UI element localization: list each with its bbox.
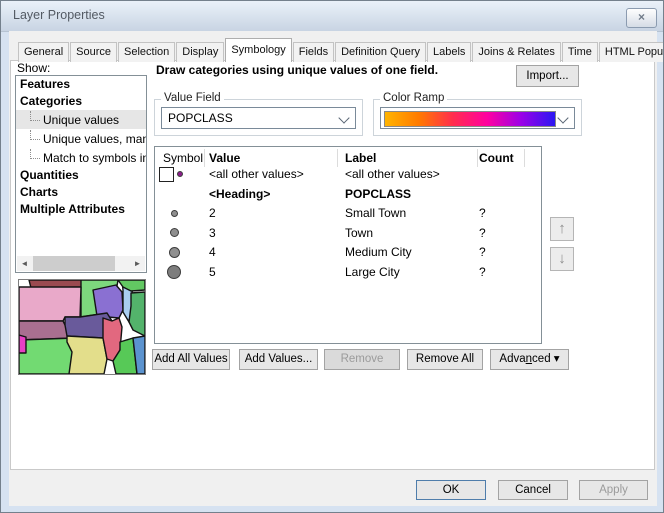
tree-item-quantities[interactable]: Quantities xyxy=(16,167,146,184)
col-count[interactable]: Count xyxy=(479,151,514,165)
tab-symbology[interactable]: Symbology xyxy=(225,38,291,62)
label-cell: Large City xyxy=(345,265,400,279)
tab-time[interactable]: Time xyxy=(562,42,598,62)
tab-selection[interactable]: Selection xyxy=(118,42,175,62)
table-row[interactable]: 2 Small Town? xyxy=(155,204,541,223)
map-region-upper-michigan xyxy=(118,280,145,291)
all-other-values-checkbox[interactable] xyxy=(159,167,174,182)
advanced-label-end: ced xyxy=(532,353,551,365)
ok-button[interactable]: OK xyxy=(416,480,486,500)
arrow-up-icon: ↑ xyxy=(558,220,566,237)
show-label: Show: xyxy=(17,61,50,75)
count-cell: ? xyxy=(479,265,486,279)
value-field-legend: Value Field xyxy=(161,92,224,104)
value-field-dropdown[interactable]: POPCLASS xyxy=(161,107,356,129)
tree-item-features[interactable]: Features xyxy=(16,76,146,93)
show-tree: FeaturesCategoriesUnique valuesUnique va… xyxy=(15,75,147,273)
label-cell: <all other values> xyxy=(345,167,440,181)
table-row[interactable]: 5 Large City? xyxy=(155,263,541,282)
tree-item-unique-values-many[interactable]: Unique values, many xyxy=(16,129,146,148)
map-region-michigan xyxy=(129,292,145,336)
symbol-dot-icon[interactable] xyxy=(169,247,180,258)
map-region-missouri xyxy=(67,336,107,374)
tab-joins-relates[interactable]: Joins & Relates xyxy=(472,42,560,62)
color-ramp-group: Color Ramp xyxy=(373,99,582,136)
count-cell: ? xyxy=(479,226,486,240)
color-ramp-preview xyxy=(384,111,556,127)
tab-general[interactable]: General xyxy=(18,42,69,62)
label-cell: POPCLASS xyxy=(345,187,411,201)
tab-labels[interactable]: Labels xyxy=(427,42,471,62)
value-field-selected: POPCLASS xyxy=(168,108,233,128)
symbol-dot-icon[interactable] xyxy=(171,210,178,217)
close-icon[interactable]: × xyxy=(626,8,657,28)
label-cell: Town xyxy=(345,226,373,240)
tree-horizontal-scrollbar[interactable]: ◄ ► xyxy=(17,256,145,271)
scroll-left-icon[interactable]: ◄ xyxy=(17,256,32,271)
table-row[interactable]: 3 Town? xyxy=(155,224,541,243)
tree-item-match-to-symbols-in-a[interactable]: Match to symbols in a xyxy=(16,148,146,167)
map-region-south-dakota xyxy=(19,287,81,321)
count-cell: ? xyxy=(479,206,486,220)
import-button[interactable]: Import... xyxy=(516,65,579,87)
move-up-button[interactable]: ↑ xyxy=(550,217,574,241)
unique-values-table: Symbol Value Label Count <all other valu… xyxy=(154,146,542,344)
layer-properties-dialog: Layer Properties × GeneralSourceSelectio… xyxy=(0,0,664,513)
scroll-right-icon[interactable]: ► xyxy=(130,256,145,271)
table-row[interactable]: 4 Medium City? xyxy=(155,243,541,262)
scroll-thumb[interactable] xyxy=(33,256,115,271)
dropdown-arrow-icon: ▾ xyxy=(554,353,560,365)
col-label[interactable]: Label xyxy=(345,151,376,165)
advanced-label: Adva xyxy=(499,353,525,365)
color-ramp-legend: Color Ramp xyxy=(380,92,447,104)
symbol-dot-icon[interactable] xyxy=(167,265,181,279)
value-cell: <Heading> xyxy=(209,187,270,201)
table-row[interactable]: <all other values> <all other values> xyxy=(155,165,541,184)
symbol-dot-icon[interactable] xyxy=(170,228,179,237)
add-values-button[interactable]: Add Values... xyxy=(239,349,318,370)
value-cell: 5 xyxy=(209,265,216,279)
tab-fields[interactable]: Fields xyxy=(293,42,334,62)
advanced-button[interactable]: Advanced ▾ xyxy=(490,349,569,370)
tab-source[interactable]: Source xyxy=(70,42,117,62)
window-title: Layer Properties xyxy=(13,1,105,30)
tree-item-multiple-attributes[interactable]: Multiple Attributes xyxy=(16,201,146,218)
draw-categories-heading: Draw categories using unique values of o… xyxy=(156,63,438,77)
value-field-group: Value Field POPCLASS xyxy=(154,99,363,136)
apply-button: Apply xyxy=(579,480,648,500)
tree-item-unique-values[interactable]: Unique values xyxy=(16,110,146,129)
col-value[interactable]: Value xyxy=(209,151,240,165)
value-cell: 2 xyxy=(209,206,216,220)
remove-button: Remove xyxy=(324,349,400,370)
count-cell: ? xyxy=(479,245,486,259)
map-region-wisconsin xyxy=(93,285,123,318)
tree-item-categories[interactable]: Categories xyxy=(16,93,146,110)
label-cell: Medium City xyxy=(345,245,412,259)
color-ramp-dropdown[interactable] xyxy=(380,107,575,129)
map-region-colorado-edge xyxy=(19,335,26,353)
tree-item-charts[interactable]: Charts xyxy=(16,184,146,201)
cancel-button[interactable]: Cancel xyxy=(498,480,568,500)
tab-definition-query[interactable]: Definition Query xyxy=(335,42,426,62)
tab-strip: GeneralSourceSelectionDisplaySymbologyFi… xyxy=(18,38,664,61)
remove-all-button[interactable]: Remove All xyxy=(407,349,483,370)
title-bar[interactable]: Layer Properties × xyxy=(1,1,663,32)
add-all-values-button[interactable]: Add All Values xyxy=(152,349,230,370)
chevron-down-icon xyxy=(338,112,349,123)
symbol-dot-icon[interactable] xyxy=(177,171,183,177)
map-preview xyxy=(18,279,146,375)
move-down-button[interactable]: ↓ xyxy=(550,247,574,271)
arrow-down-icon: ↓ xyxy=(558,250,566,267)
value-cell: <all other values> xyxy=(209,167,304,181)
tab-html-popup[interactable]: HTML Popup xyxy=(599,42,664,62)
value-cell: 4 xyxy=(209,245,216,259)
table-row[interactable]: <Heading> POPCLASS xyxy=(155,185,541,204)
label-cell: Small Town xyxy=(345,206,406,220)
col-symbol[interactable]: Symbol xyxy=(163,151,203,165)
value-cell: 3 xyxy=(209,226,216,240)
chevron-down-icon xyxy=(557,112,568,123)
tab-display[interactable]: Display xyxy=(176,42,224,62)
